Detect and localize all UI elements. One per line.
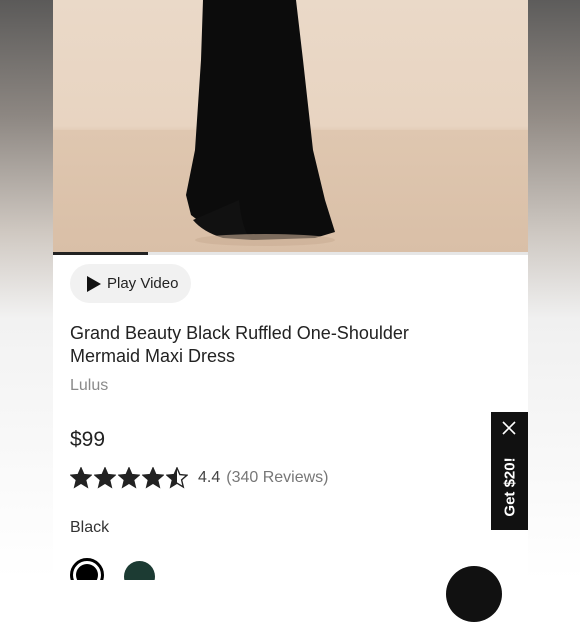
rating-row[interactable]: 4.4 (340 Reviews) [70,467,329,489]
color-swatch-black-fill [76,564,98,580]
star-icon [94,467,116,489]
star-icon [118,467,140,489]
chat-button[interactable] [446,566,502,622]
product-title: Grand Beauty Black Ruffled One-Shoulder … [70,322,490,368]
video-progress-fill [53,252,148,255]
reviews-link[interactable]: (340 Reviews) [226,469,328,487]
promo-label[interactable]: Get $20! [502,457,519,516]
right-blurred-edge [528,0,580,580]
star-icon [142,467,164,489]
selected-color-label: Black [70,519,110,536]
color-swatch-black[interactable] [70,558,104,580]
left-blurred-edge [0,0,53,580]
product-image[interactable] [53,0,528,252]
dress-illustration [186,0,335,246]
close-icon[interactable] [502,421,516,435]
play-icon [87,275,101,292]
star-icon [70,467,92,489]
rating-value: 4.4 [198,469,221,486]
rating-stars [70,467,190,489]
video-progress-track [53,252,528,255]
product-price: $99 [70,428,106,451]
product-title-line-1: Grand Beauty Black Ruffled One-Shoulder [70,323,409,343]
product-title-line-2: Mermaid Maxi Dress [70,346,236,366]
star-icon [166,467,188,489]
brand-name[interactable]: Lulus [70,377,108,395]
color-swatch-green[interactable] [124,561,155,580]
product-page: Play Video Grand Beauty Black Ruffled On… [53,0,528,580]
play-video-button[interactable]: Play Video [70,264,191,303]
play-video-label: Play Video [107,275,179,292]
